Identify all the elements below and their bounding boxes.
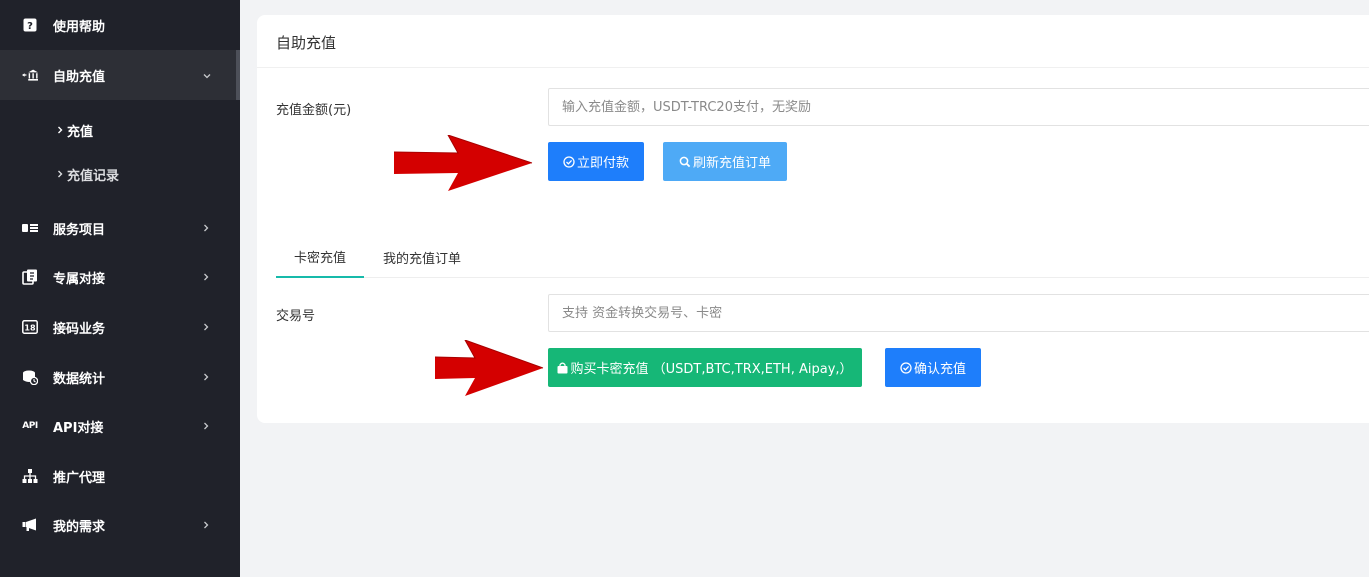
sidebar-item-label: 自助充值 bbox=[53, 69, 106, 85]
search-icon bbox=[679, 156, 691, 168]
list-icon bbox=[22, 220, 38, 236]
sidebar-item-label: 接码业务 bbox=[53, 321, 106, 337]
svg-text:18: 18 bbox=[24, 324, 36, 333]
sidebar-subitem-label: 充值 bbox=[67, 124, 94, 140]
chevron-right-icon bbox=[57, 124, 63, 137]
sidebar: ? 使用帮助 自助充值 充值 充值记录 服务项目 专属对接 18 接码业务 数据… bbox=[0, 0, 240, 577]
check-circle-icon bbox=[563, 155, 575, 168]
sidebar-item-sms[interactable]: 18 接码业务 bbox=[0, 302, 240, 352]
sidebar-item-label: 数据统计 bbox=[53, 371, 106, 387]
tab-card-recharge[interactable]: 卡密充值 bbox=[276, 237, 364, 278]
red-arrow-icon bbox=[435, 340, 544, 396]
recharge-tabs: 卡密充值 我的充值订单 bbox=[276, 237, 1369, 278]
refresh-orders-label: 刷新充值订单 bbox=[692, 156, 771, 171]
connect-icon bbox=[22, 269, 38, 285]
api-icon: API bbox=[22, 421, 38, 431]
chevron-down-icon bbox=[203, 69, 211, 82]
chevron-right-icon bbox=[203, 271, 209, 284]
chevron-right-icon bbox=[203, 222, 209, 235]
chevron-right-icon bbox=[203, 420, 209, 433]
sidebar-subitem-recharge-records[interactable]: 充值记录 bbox=[0, 152, 240, 196]
sidebar-item-help[interactable]: ? 使用帮助 bbox=[0, 0, 240, 50]
confirm-recharge-label: 确认充值 bbox=[913, 362, 966, 377]
pay-now-button[interactable]: 立即付款 bbox=[548, 142, 644, 181]
refresh-orders-button[interactable]: 刷新充值订单 bbox=[663, 142, 787, 181]
shopping-bag-icon bbox=[557, 362, 568, 374]
chevron-right-icon bbox=[203, 519, 209, 532]
chevron-right-icon bbox=[203, 321, 209, 334]
transaction-input[interactable] bbox=[548, 294, 1369, 332]
bank-icon bbox=[22, 67, 38, 83]
sidebar-item-my-needs[interactable]: 我的需求 bbox=[0, 500, 240, 550]
sidebar-item-statistics[interactable]: 数据统计 bbox=[0, 352, 240, 402]
sidebar-item-label: 专属对接 bbox=[53, 271, 106, 287]
svg-text:?: ? bbox=[27, 21, 33, 32]
megaphone-icon bbox=[22, 517, 38, 533]
recharge-card: 自助充值 充值金额(元) 立即付款 刷新充值订单 卡密充值 我的充值订单 交易号… bbox=[257, 15, 1369, 423]
confirm-recharge-button[interactable]: 确认充值 bbox=[885, 348, 981, 387]
amount-label: 充值金额(元) bbox=[276, 103, 352, 118]
red-arrow-icon bbox=[394, 135, 533, 191]
buy-card-label: 购买卡密充值 （USDT,BTC,TRX,ETH, Aipay,） bbox=[570, 362, 853, 377]
sidebar-item-services[interactable]: 服务项目 bbox=[0, 203, 240, 253]
sidebar-item-label: 服务项目 bbox=[53, 222, 106, 238]
sidebar-subitem-label: 充值记录 bbox=[67, 168, 120, 184]
sidebar-item-label: 使用帮助 bbox=[53, 19, 106, 35]
card-divider bbox=[257, 67, 1369, 68]
sidebar-item-label: 推广代理 bbox=[53, 470, 106, 486]
check-circle-icon bbox=[900, 361, 912, 374]
pay-now-label: 立即付款 bbox=[576, 156, 629, 171]
chevron-right-icon bbox=[57, 168, 63, 181]
sidebar-item-api[interactable]: API API对接 bbox=[0, 401, 240, 451]
tab-my-orders[interactable]: 我的充值订单 bbox=[368, 237, 476, 278]
sitemap-icon bbox=[22, 468, 38, 484]
sidebar-item-label: API对接 bbox=[53, 420, 104, 436]
amount-input[interactable] bbox=[548, 88, 1369, 126]
sidebar-item-promotion[interactable]: 推广代理 bbox=[0, 451, 240, 501]
buy-card-button[interactable]: 购买卡密充值 （USDT,BTC,TRX,ETH, Aipay,） bbox=[548, 348, 862, 387]
help-icon: ? bbox=[22, 17, 38, 33]
sidebar-item-exclusive[interactable]: 专属对接 bbox=[0, 252, 240, 302]
sms-icon: 18 bbox=[22, 319, 38, 335]
sidebar-subitem-recharge[interactable]: 充值 bbox=[0, 108, 240, 152]
card-title: 自助充值 bbox=[276, 34, 337, 52]
sidebar-item-recharge[interactable]: 自助充值 bbox=[0, 50, 240, 100]
stats-icon bbox=[22, 369, 38, 385]
chevron-right-icon bbox=[203, 371, 209, 384]
sidebar-item-label: 我的需求 bbox=[53, 519, 106, 535]
transaction-label: 交易号 bbox=[276, 309, 316, 324]
